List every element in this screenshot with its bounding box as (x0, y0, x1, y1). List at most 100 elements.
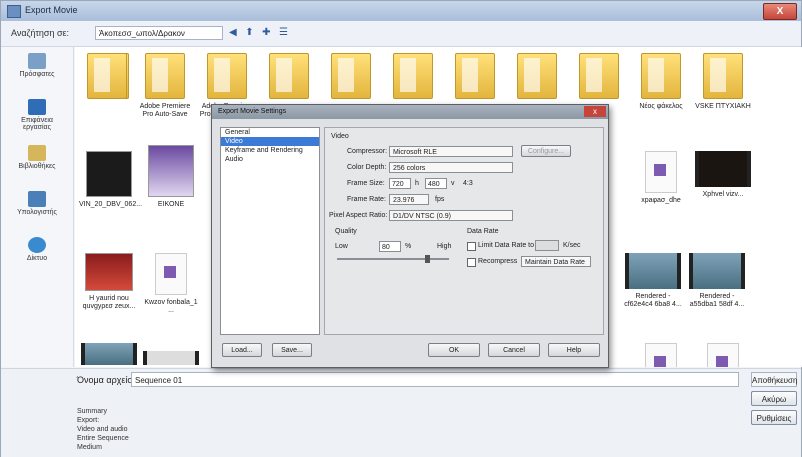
recompress-dropdown[interactable]: Maintain Data Rate (521, 256, 591, 267)
settings-category-list: General Video Keyframe and Rendering Aud… (220, 127, 320, 335)
list-item[interactable] (445, 53, 505, 103)
save-settings-button[interactable]: Save... (272, 343, 312, 357)
list-item[interactable] (77, 53, 137, 103)
aspect-label: 4:3 (463, 180, 473, 187)
category-keyframe[interactable]: Keyframe and Rendering (221, 146, 319, 155)
frame-rate-dropdown[interactable]: 23.976 (389, 194, 429, 205)
quality-low-label: Low (335, 243, 348, 250)
cancel-button[interactable]: Cancel (488, 343, 540, 357)
image-thumbnail (85, 253, 133, 291)
libraries-icon (28, 145, 46, 161)
list-item[interactable] (569, 53, 629, 103)
export-movie-window: Export Movie X Αναζήτηση σε: Άκοπεσσ_ωπο… (0, 0, 802, 457)
settings-button[interactable]: Ρυθμίσεις (751, 410, 797, 425)
data-rate-input[interactable] (535, 240, 559, 251)
video-settings-pane: Video Compressor: Microsoft RLE Configur… (324, 127, 604, 335)
frame-height-input[interactable]: 480 (425, 178, 447, 189)
computer-icon (28, 191, 46, 207)
close-button[interactable]: X (763, 3, 797, 20)
save-button[interactable]: Ακύρω (751, 391, 797, 406)
folder-icon (703, 53, 743, 99)
dialog-close-button[interactable]: x (584, 106, 606, 117)
list-item[interactable] (259, 53, 319, 103)
title-bar[interactable]: Export Movie X (1, 1, 801, 21)
color-depth-dropdown[interactable]: 256 colors (389, 162, 513, 173)
frame-width-input[interactable]: 720 (389, 178, 411, 189)
pixel-aspect-dropdown[interactable]: D1/DV NTSC (0.9) (389, 210, 513, 221)
list-item[interactable]: Rendered - a55dba1 58df 4... (687, 253, 747, 309)
list-item[interactable] (631, 343, 691, 367)
list-item[interactable] (693, 343, 753, 367)
premiere-file-icon (645, 343, 677, 367)
folder-icon (87, 53, 127, 99)
configure-button[interactable]: Configure... (521, 145, 571, 157)
list-item[interactable] (321, 53, 381, 103)
network-icon (28, 237, 46, 253)
video-section-title: Video (331, 133, 349, 140)
save-dropdown[interactable]: Αποθήκευση (751, 372, 797, 387)
image-thumbnail (148, 145, 194, 197)
sidebar-item-desktop[interactable]: Επιφάνεια εργασίας (7, 99, 67, 131)
video-thumbnail (689, 253, 745, 289)
app-icon (7, 5, 21, 18)
dialog-title[interactable]: Export Movie Settings (212, 105, 608, 119)
premiere-file-icon (707, 343, 739, 367)
recompress-label: Recompress (478, 258, 518, 265)
h-label: h (415, 180, 419, 187)
list-item[interactable]: Xphvel vizv... (693, 151, 753, 199)
list-item[interactable]: VSKE ΠΤΥΧΙΑΚΗ (693, 53, 753, 111)
data-rate-section-title: Data Rate (467, 228, 499, 235)
list-item[interactable]: Kwzov fonbala_1 ... (141, 253, 201, 315)
compressor-dropdown[interactable]: Microsoft RLE (389, 146, 513, 157)
location-dropdown[interactable]: Άκοπεσσ_ωπολ/Δρακον (95, 26, 223, 40)
list-item[interactable]: Rendered - cf62e4c4 6ba8 4... (623, 253, 683, 309)
list-item[interactable] (383, 53, 443, 103)
sidebar-item-libraries[interactable]: Βιβλιοθήκες (7, 145, 67, 170)
list-item[interactable]: VIN_20_DBV_062... (79, 151, 142, 209)
window-title: Export Movie (25, 5, 78, 15)
desktop-icon (28, 99, 46, 115)
list-item[interactable]: ΕΙΚΟΝΕ (141, 145, 201, 209)
list-item[interactable] (141, 351, 201, 367)
category-video[interactable]: Video (221, 137, 319, 146)
quality-high-label: High (437, 243, 452, 250)
new-folder-icon[interactable]: ✚ (262, 27, 270, 38)
folder-icon (207, 53, 247, 99)
list-item[interactable]: Νέος φάκελος (631, 53, 691, 111)
sidebar-item-computer[interactable]: Υπολογιστής (7, 191, 67, 216)
image-thumbnail (86, 151, 132, 197)
address-tools: ◀ ⬆ ✚ ☰ (229, 27, 294, 38)
quality-slider-thumb[interactable] (425, 255, 430, 263)
list-item[interactable] (507, 53, 567, 103)
back-icon[interactable]: ◀ (229, 27, 237, 38)
video-thumbnail (695, 151, 751, 187)
quality-input[interactable]: 80 (379, 241, 401, 252)
category-general[interactable]: General (221, 128, 319, 137)
quality-unit-label: % (405, 243, 412, 250)
list-item[interactable]: Adobe Premiere Pro Auto-Save (135, 53, 195, 119)
category-audio[interactable]: Audio (221, 155, 319, 164)
sidebar-item-recent[interactable]: Πρόσφατες (7, 53, 67, 78)
up-folder-icon[interactable]: ⬆ (245, 27, 253, 38)
look-in-label: Αναζήτηση σε: (11, 28, 70, 38)
quality-slider[interactable] (337, 258, 449, 260)
quality-section-title: Quality (335, 228, 357, 235)
video-thumbnail (625, 253, 681, 289)
video-thumbnail (81, 343, 137, 365)
list-item[interactable]: xpaφaσ_dhe (631, 151, 691, 205)
load-button[interactable]: Load... (222, 343, 262, 357)
folder-icon (145, 53, 185, 99)
color-depth-label: Color Depth: (347, 164, 387, 171)
sidebar-item-network[interactable]: Δίκτυο (7, 237, 67, 262)
limit-data-rate-checkbox[interactable] (467, 242, 476, 251)
data-rate-unit-label: K/sec (563, 242, 581, 249)
view-menu-icon[interactable]: ☰ (279, 27, 288, 38)
frame-size-label: Frame Size: (347, 180, 385, 187)
recompress-checkbox[interactable] (467, 258, 476, 267)
filename-input[interactable]: Sequence 01 (131, 372, 739, 387)
list-item[interactable]: H yaurid nou quvgyρεσ zeux... (79, 253, 139, 311)
ok-button[interactable]: OK (428, 343, 480, 357)
help-button[interactable]: Help (548, 343, 600, 357)
list-item[interactable] (79, 343, 139, 367)
fps-label: fps (435, 196, 445, 203)
